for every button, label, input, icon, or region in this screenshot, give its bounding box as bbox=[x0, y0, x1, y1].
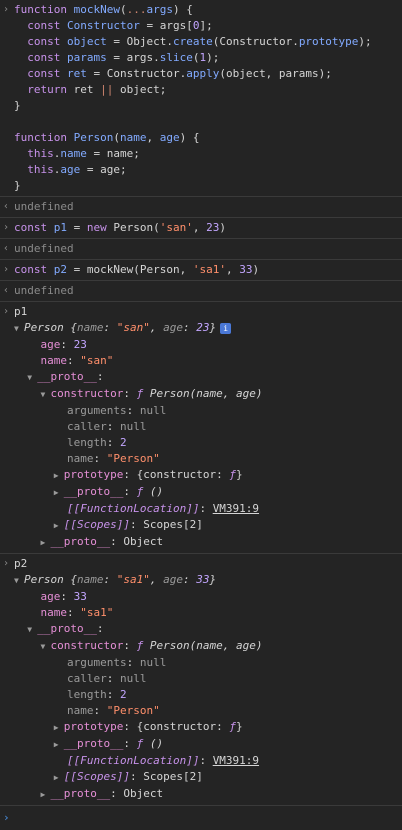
triangle-down-icon[interactable]: ▼ bbox=[27, 370, 37, 386]
code-line: const params = args.slice(1); bbox=[14, 51, 220, 64]
property-caller: caller: null bbox=[66, 420, 147, 433]
input-chevron-icon: › bbox=[3, 4, 10, 15]
triangle-down-icon[interactable]: ▼ bbox=[41, 639, 51, 655]
triangle-down-icon[interactable]: ▼ bbox=[14, 321, 24, 337]
console-result-undefined: ‹ undefined bbox=[0, 239, 402, 260]
code-line: function mockNew(...args) { bbox=[14, 3, 193, 16]
code-line: this.age = age; bbox=[14, 163, 127, 176]
input-chevron-icon: › bbox=[3, 264, 10, 275]
property-name: name: "san" bbox=[40, 354, 114, 367]
code-line: function Person(name, age) { bbox=[14, 131, 200, 144]
triangle-right-icon[interactable]: ▶ bbox=[41, 787, 51, 803]
code-line: const object = Object.create(Constructor… bbox=[14, 35, 372, 48]
console-input-p2[interactable]: › const p2 = mockNew(Person, 'sa1', 33) bbox=[0, 260, 402, 281]
property-age: age: 23 bbox=[40, 338, 87, 351]
property-proto[interactable]: ▼ __proto__: bbox=[14, 621, 398, 638]
property-prototype[interactable]: ▶ prototype: {constructor: ƒ} bbox=[14, 467, 398, 484]
property-inner-proto[interactable]: ▶ __proto__: ƒ () bbox=[14, 484, 398, 501]
property-function-location[interactable]: [[FunctionLocation]]: VM391:9 bbox=[14, 501, 398, 517]
property-name: name: "sa1" bbox=[40, 606, 114, 619]
property-arguments: arguments: null bbox=[66, 404, 167, 417]
triangle-right-icon[interactable]: ▶ bbox=[54, 485, 64, 501]
triangle-right-icon[interactable]: ▶ bbox=[54, 468, 64, 484]
code-line: } bbox=[14, 99, 21, 112]
property-prototype[interactable]: ▶ prototype: {constructor: ƒ} bbox=[14, 719, 398, 736]
console-input-p1[interactable]: › const p1 = new Person('san', 23) bbox=[0, 218, 402, 239]
property-caller: caller: null bbox=[66, 672, 147, 685]
property-inner-proto[interactable]: ▶ __proto__: ƒ () bbox=[14, 736, 398, 753]
object-summary[interactable]: ▼ Person {name: "sa1", age: 33} bbox=[14, 572, 398, 589]
info-icon[interactable]: i bbox=[220, 322, 232, 334]
property-function-name: name: "Person" bbox=[66, 452, 160, 465]
console-result-undefined: ‹ undefined bbox=[0, 281, 402, 302]
property-scopes[interactable]: ▶ [[Scopes]]: Scopes[2] bbox=[14, 517, 398, 534]
console-result-undefined: ‹ undefined bbox=[0, 197, 402, 218]
triangle-right-icon[interactable]: ▶ bbox=[54, 518, 64, 534]
triangle-right-icon[interactable]: ▶ bbox=[54, 737, 64, 753]
property-constructor[interactable]: ▼ constructor: ƒ Person(name, age) bbox=[14, 386, 398, 403]
output-chevron-icon: ‹ bbox=[3, 201, 10, 212]
source-link[interactable]: VM391:9 bbox=[213, 754, 259, 767]
output-chevron-icon: ‹ bbox=[3, 285, 10, 296]
code-line: const ret = Constructor.apply(object, pa… bbox=[14, 67, 332, 80]
property-object-proto[interactable]: ▶ __proto__: Object bbox=[14, 534, 398, 551]
triangle-down-icon[interactable]: ▼ bbox=[27, 622, 37, 638]
prompt-chevron-icon: › bbox=[3, 811, 10, 824]
console-object-p2[interactable]: › p2 ▼ Person {name: "sa1", age: 33} age:… bbox=[0, 554, 402, 806]
property-scopes[interactable]: ▶ [[Scopes]]: Scopes[2] bbox=[14, 769, 398, 786]
console-object-p1[interactable]: › p1 ▼ Person {name: "san", age: 23} i age… bbox=[0, 302, 402, 554]
property-proto[interactable]: ▼ __proto__: bbox=[14, 369, 398, 386]
property-length: length: 2 bbox=[66, 688, 127, 701]
property-age: age: 33 bbox=[40, 590, 87, 603]
object-summary[interactable]: ▼ Person {name: "san", age: 23} i bbox=[14, 320, 398, 337]
console-prompt[interactable]: › bbox=[0, 806, 402, 830]
triangle-right-icon[interactable]: ▶ bbox=[54, 720, 64, 736]
output-chevron-icon: ‹ bbox=[3, 243, 10, 254]
triangle-down-icon[interactable]: ▼ bbox=[14, 573, 24, 589]
source-link[interactable]: VM391:9 bbox=[213, 502, 259, 515]
triangle-right-icon[interactable]: ▶ bbox=[41, 535, 51, 551]
code-line: } bbox=[14, 179, 21, 192]
triangle-down-icon[interactable]: ▼ bbox=[41, 387, 51, 403]
code-line: this.name = name; bbox=[14, 147, 140, 160]
input-chevron-icon: › bbox=[3, 222, 10, 233]
console-input-definitions[interactable]: › function mockNew(...args) { const Cons… bbox=[0, 0, 402, 197]
property-function-name: name: "Person" bbox=[66, 704, 160, 717]
input-chevron-icon: › bbox=[3, 558, 10, 569]
code-line: return ret || object; bbox=[14, 83, 167, 96]
code-line: const Constructor = args[0]; bbox=[14, 19, 213, 32]
property-arguments: arguments: null bbox=[66, 656, 167, 669]
property-constructor[interactable]: ▼ constructor: ƒ Person(name, age) bbox=[14, 638, 398, 655]
property-function-location[interactable]: [[FunctionLocation]]: VM391:9 bbox=[14, 753, 398, 769]
input-chevron-icon: › bbox=[3, 306, 10, 317]
triangle-right-icon[interactable]: ▶ bbox=[54, 770, 64, 786]
property-length: length: 2 bbox=[66, 436, 127, 449]
